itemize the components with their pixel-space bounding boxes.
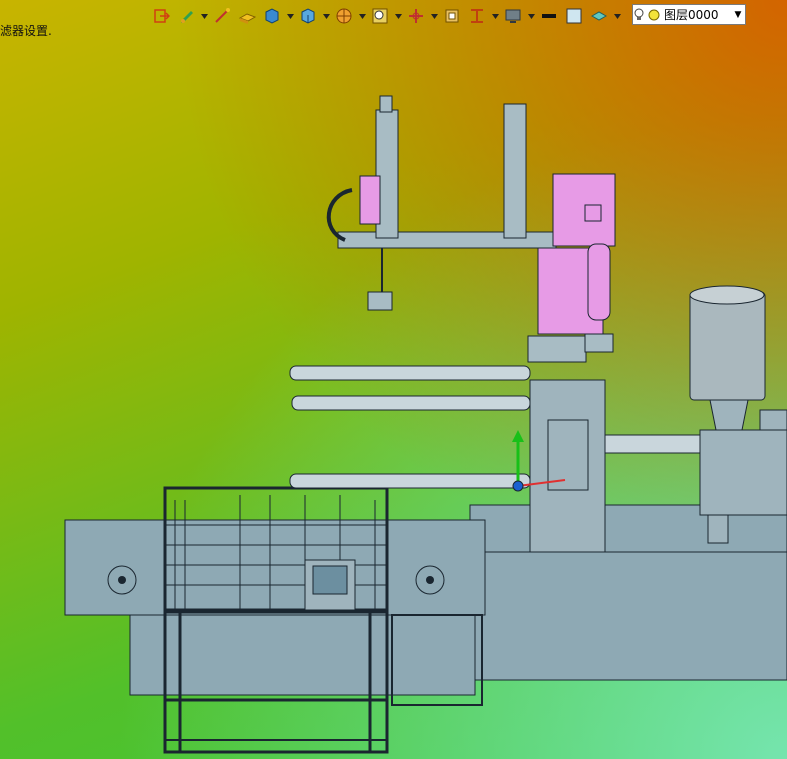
- machine-base: [469, 504, 787, 681]
- injection-barrel: [603, 434, 705, 454]
- layer-selector[interactable]: 图层0000 ▼: [632, 4, 746, 25]
- chevron-down-icon[interactable]: [491, 5, 499, 27]
- exit-sketch-icon[interactable]: [150, 5, 172, 27]
- chevron-down-icon[interactable]: [613, 5, 621, 27]
- chevron-down-icon[interactable]: [200, 5, 208, 27]
- color-box-icon[interactable]: [563, 5, 585, 27]
- layer-name: 图层0000: [664, 8, 719, 22]
- cad-viewport[interactable]: 滤器设置. 图层0000 ▼: [0, 0, 787, 759]
- sun-icon[interactable]: [647, 8, 661, 22]
- tie-bar-1: [289, 365, 531, 381]
- chevron-down-icon[interactable]: [322, 5, 330, 27]
- layer-icon[interactable]: [588, 5, 610, 27]
- gripper: [367, 291, 393, 311]
- cad-model[interactable]: [0, 0, 787, 759]
- heads-up-toolbar: [150, 4, 621, 28]
- injection-unit: [699, 429, 787, 516]
- display-style-icon[interactable]: [261, 5, 283, 27]
- view-orientation-icon[interactable]: [297, 5, 319, 27]
- zoom-to-fit-icon[interactable]: [369, 5, 391, 27]
- chevron-down-icon[interactable]: [358, 5, 366, 27]
- chevron-down-icon[interactable]: [394, 5, 402, 27]
- line-style-icon[interactable]: [538, 5, 560, 27]
- chevron-down-icon[interactable]: [527, 5, 535, 27]
- hopper: [689, 291, 766, 401]
- status-hint: 滤器设置.: [0, 24, 52, 38]
- chevron-down-icon[interactable]: ▼: [731, 10, 745, 20]
- robot-head: [552, 173, 616, 247]
- smart-dimension-icon[interactable]: [211, 5, 233, 27]
- section-view-icon[interactable]: [333, 5, 355, 27]
- mold-platen: [529, 379, 606, 553]
- extrude-boss-icon[interactable]: [236, 5, 258, 27]
- tie-bar-3: [289, 473, 531, 489]
- chevron-down-icon[interactable]: [430, 5, 438, 27]
- lightbulb-icon[interactable]: [633, 8, 645, 22]
- previous-view-icon[interactable]: [441, 5, 463, 27]
- rotate-view-icon[interactable]: [405, 5, 427, 27]
- robot-column-right: [503, 103, 527, 239]
- standard-views-icon[interactable]: [466, 5, 488, 27]
- monitor-icon[interactable]: [502, 5, 524, 27]
- chevron-down-icon[interactable]: [286, 5, 294, 27]
- sketch-pen-icon[interactable]: [175, 5, 197, 27]
- tie-bar-2: [291, 395, 531, 411]
